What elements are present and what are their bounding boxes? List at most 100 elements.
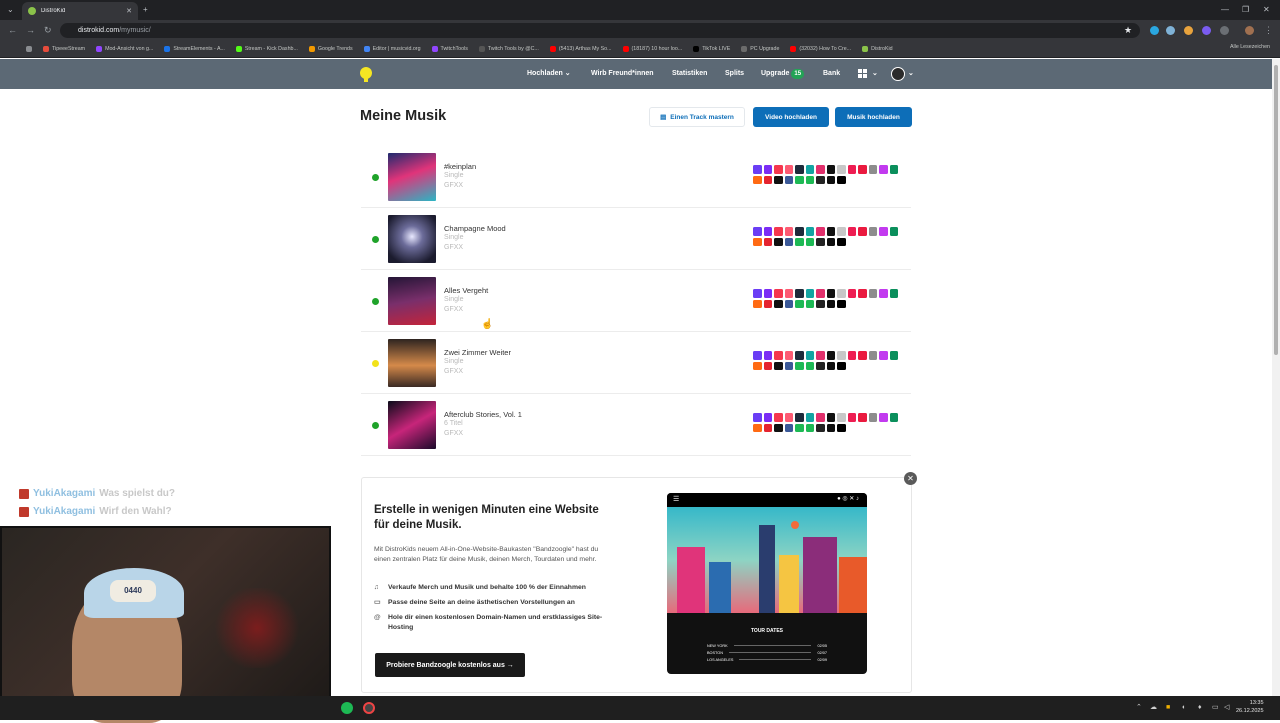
store-icon[interactable] (858, 227, 867, 236)
store-icon[interactable] (868, 227, 877, 236)
tray-app-icon[interactable]: ■ (1166, 696, 1170, 720)
store-icon[interactable] (774, 237, 783, 246)
apps-chevron-down-icon[interactable]: ⌄ (872, 59, 878, 89)
nav-upgrade[interactable]: Upgrade 15 (761, 59, 805, 89)
store-icon[interactable] (816, 413, 825, 422)
forward-icon[interactable]: → (26, 20, 35, 41)
bookmark-star-icon[interactable]: ★ (1124, 20, 1132, 41)
extension-icon[interactable] (1202, 26, 1211, 35)
store-icon[interactable] (858, 413, 867, 422)
store-icon[interactable] (837, 237, 846, 246)
tray-mic-icon[interactable]: ♦ (1198, 696, 1202, 720)
store-icon[interactable] (805, 413, 814, 422)
bookmark-item[interactable]: Google Trends (308, 46, 353, 52)
store-icon[interactable] (868, 165, 877, 174)
window-close-icon[interactable]: ✕ (1263, 0, 1270, 20)
store-icon[interactable] (816, 165, 825, 174)
store-icon[interactable] (847, 227, 856, 236)
store-icon[interactable] (763, 237, 772, 246)
store-icon[interactable] (795, 299, 804, 308)
store-icon[interactable] (753, 175, 762, 184)
store-icon[interactable] (774, 413, 783, 422)
store-icon[interactable] (805, 165, 814, 174)
store-icon[interactable] (837, 227, 846, 236)
store-icon[interactable] (753, 361, 762, 370)
obs-icon[interactable] (363, 702, 375, 714)
nav-statistics[interactable]: Statistiken (672, 59, 707, 89)
store-icon[interactable] (763, 423, 772, 432)
store-icon[interactable] (816, 227, 825, 236)
store-icon[interactable] (774, 423, 783, 432)
store-icon[interactable] (847, 351, 856, 360)
store-icon[interactable] (795, 227, 804, 236)
bookmark-item[interactable]: StreamElements - A... (164, 46, 225, 52)
store-icon[interactable] (784, 423, 793, 432)
user-avatar[interactable] (891, 67, 905, 81)
store-icon[interactable] (816, 423, 825, 432)
store-icon[interactable] (763, 299, 772, 308)
promo-close-icon[interactable]: ✕ (904, 472, 917, 485)
store-icon[interactable] (805, 175, 814, 184)
track-cover-art[interactable] (388, 401, 436, 449)
system-clock[interactable]: 13:35 26.12.2025 (1236, 699, 1264, 715)
store-icon[interactable] (795, 237, 804, 246)
store-icon[interactable] (784, 299, 793, 308)
store-icon[interactable] (816, 351, 825, 360)
store-icon[interactable] (889, 165, 898, 174)
store-icon[interactable] (805, 423, 814, 432)
browser-menu-icon[interactable]: ⋮ (1264, 20, 1273, 41)
bookmark-item[interactable]: TwitchTools (431, 46, 468, 52)
store-icon[interactable] (826, 361, 835, 370)
store-icon[interactable] (805, 299, 814, 308)
store-icon[interactable] (847, 413, 856, 422)
store-icon[interactable] (763, 165, 772, 174)
store-icon[interactable] (826, 289, 835, 298)
bookmark-item[interactable]: (32032) How To Cre... (790, 46, 851, 52)
store-icon[interactable] (784, 227, 793, 236)
scrollbar-thumb[interactable] (1274, 65, 1278, 355)
browser-tab[interactable]: DistroKid ✕ (22, 2, 138, 20)
nav-bank[interactable]: Bank (823, 59, 840, 89)
store-icon[interactable] (879, 227, 888, 236)
bookmark-item[interactable]: Twitch Tools by @C... (478, 46, 539, 52)
store-icon[interactable] (763, 413, 772, 422)
store-icon[interactable] (879, 165, 888, 174)
store-icon[interactable] (805, 289, 814, 298)
store-icon[interactable] (826, 413, 835, 422)
store-icon[interactable] (774, 299, 783, 308)
track-title[interactable]: #keinplan (444, 162, 476, 171)
store-icon[interactable] (868, 289, 877, 298)
store-icon[interactable] (868, 351, 877, 360)
tab-menu-icon[interactable]: ⌄ (7, 0, 14, 20)
store-icon[interactable] (784, 237, 793, 246)
bookmark-item[interactable]: DistroKid (862, 46, 893, 52)
store-icon[interactable] (805, 227, 814, 236)
track-row[interactable]: Afterclub Stories, Vol. 16 Titel GFXX (361, 394, 911, 456)
store-icon[interactable] (826, 237, 835, 246)
store-icon[interactable] (763, 361, 772, 370)
store-icon[interactable] (826, 227, 835, 236)
store-icon[interactable] (858, 289, 867, 298)
store-icon[interactable] (795, 413, 804, 422)
store-icon[interactable] (784, 361, 793, 370)
store-icon[interactable] (858, 351, 867, 360)
window-minimize-icon[interactable]: — (1221, 0, 1229, 20)
store-icon[interactable] (763, 351, 772, 360)
distrokid-logo-icon[interactable] (358, 66, 374, 82)
store-icon[interactable] (774, 289, 783, 298)
store-icon[interactable] (816, 289, 825, 298)
extension-icon[interactable] (1184, 26, 1193, 35)
bookmark-item[interactable]: (5413) Arthas My So... (549, 46, 612, 52)
store-icon[interactable] (763, 175, 772, 184)
new-tab-icon[interactable]: + (143, 0, 148, 20)
track-row[interactable]: Champagne Mood Single GFXX (361, 208, 911, 270)
address-bar[interactable]: distrokid.com/mymusic/ (60, 23, 1140, 38)
store-icon[interactable] (753, 237, 762, 246)
store-icon[interactable] (816, 237, 825, 246)
nav-refer-friends[interactable]: Wirb Freund*innen (591, 59, 654, 89)
tray-app-icon[interactable]: ◐ (1182, 696, 1186, 720)
store-icon[interactable] (753, 413, 762, 422)
profile-avatar-icon[interactable] (1245, 26, 1254, 35)
avatar-chevron-down-icon[interactable]: ⌄ (908, 59, 914, 89)
store-icon[interactable] (753, 351, 762, 360)
